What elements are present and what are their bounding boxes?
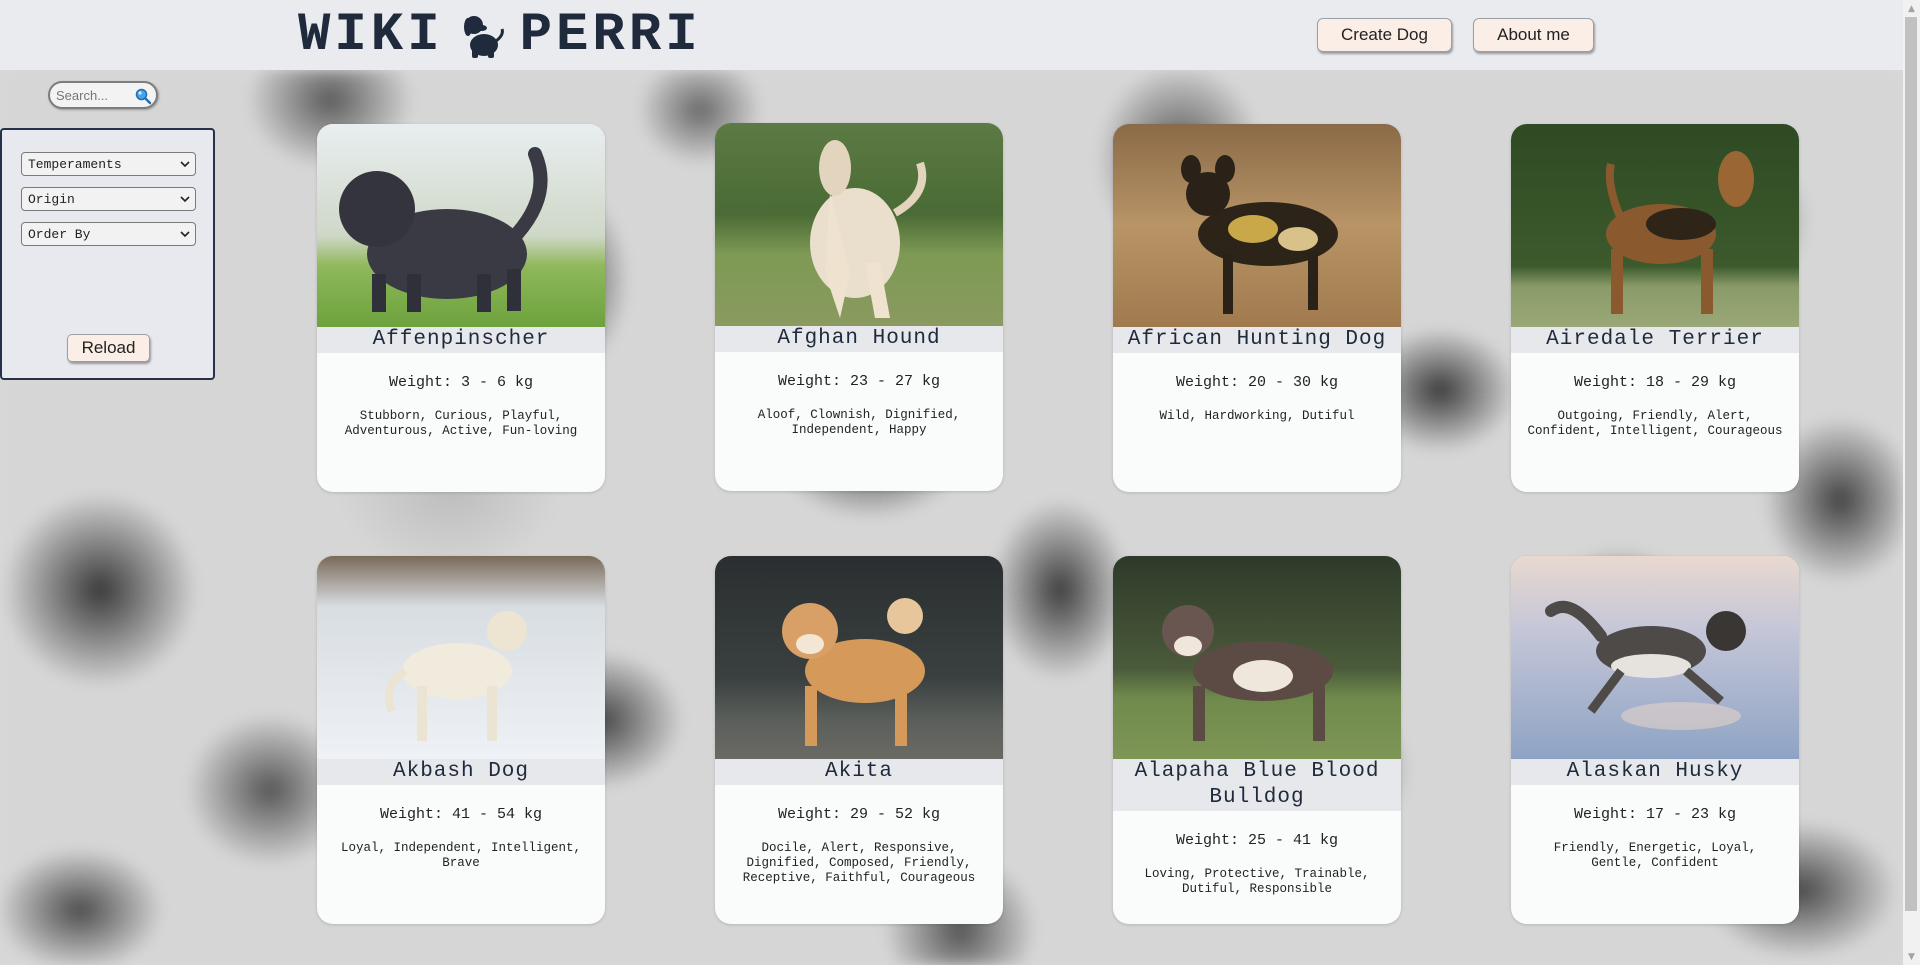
dog-weight: Weight: 23 - 27 kg — [777, 373, 941, 390]
dog-name: Afghan Hound — [715, 326, 1003, 352]
filter-panel: Temperaments Origin Order By Reload — [0, 128, 215, 380]
dog-card[interactable]: Alapaha Blue Blood Bulldog Weight: 25 - … — [1113, 556, 1401, 924]
site-logo[interactable]: WIKI PERRI — [298, 4, 702, 66]
search-box — [48, 81, 158, 109]
dog-photo — [317, 124, 605, 327]
dog-photo — [1511, 556, 1799, 759]
dog-photo — [1113, 124, 1401, 327]
dog-temperament: Outgoing, Friendly, Alert, Confident, In… — [1527, 409, 1783, 438]
dog-temperament: Docile, Alert, Responsive, Dignified, Co… — [742, 841, 976, 885]
scroll-up-arrow-icon[interactable]: ▲ — [1903, 0, 1920, 17]
dog-name: Airedale Terrier — [1511, 327, 1799, 353]
dog-weight: Weight: 18 - 29 kg — [1573, 374, 1737, 391]
dog-weight: Weight: 29 - 52 kg — [777, 806, 941, 823]
dog-weight: Weight: 25 - 41 kg — [1175, 832, 1339, 849]
dog-photo — [1113, 556, 1401, 759]
dog-photo — [715, 123, 1003, 326]
dog-card[interactable]: Afghan Hound Weight: 23 - 27 kg Aloof, C… — [715, 123, 1003, 491]
create-dog-button[interactable]: Create Dog — [1317, 18, 1452, 52]
scrollbar-thumb[interactable] — [1905, 17, 1917, 911]
origin-select[interactable]: Origin — [21, 187, 196, 211]
order-by-select-value: Order By — [28, 226, 91, 242]
dog-temperament: Wild, Hardworking, Dutiful — [1159, 409, 1355, 423]
dog-photo — [1511, 124, 1799, 327]
order-by-select[interactable]: Order By — [21, 222, 196, 246]
dog-name: Akita — [715, 759, 1003, 785]
logo-text-left: WIKI — [298, 4, 444, 66]
dog-weight: Weight: 41 - 54 kg — [379, 806, 543, 823]
top-header: WIKI PERRI Create Dog About me — [0, 0, 1903, 70]
search-input[interactable] — [56, 87, 136, 103]
dog-weight: Weight: 17 - 23 kg — [1573, 806, 1737, 823]
dog-card[interactable]: Akbash Dog Weight: 41 - 54 kg Loyal, Ind… — [317, 556, 605, 924]
dog-card[interactable]: African Hunting Dog Weight: 20 - 30 kg W… — [1113, 124, 1401, 492]
reload-button[interactable]: Reload — [67, 334, 150, 362]
about-me-button[interactable]: About me — [1473, 18, 1594, 52]
origin-select-value: Origin — [28, 191, 75, 207]
dog-name: Akbash Dog — [317, 759, 605, 785]
dog-name: Affenpinscher — [317, 327, 605, 353]
dog-temperament: Loyal, Independent, Intelligent, Brave — [340, 841, 582, 870]
dog-weight: Weight: 20 - 30 kg — [1175, 374, 1339, 391]
dog-temperament: Stubborn, Curious, Playful, Adventurous,… — [344, 409, 578, 438]
dog-name: African Hunting Dog — [1113, 327, 1401, 353]
dog-card[interactable]: Airedale Terrier Weight: 18 - 29 kg Outg… — [1511, 124, 1799, 492]
chevron-down-icon — [180, 161, 190, 168]
dog-temperament: Loving, Protective, Trainable, Dutiful, … — [1144, 867, 1370, 896]
dog-silhouette-icon — [463, 16, 504, 58]
dog-temperament: Aloof, Clownish, Dignified, Independent,… — [757, 408, 961, 437]
scroll-down-arrow-icon[interactable]: ▼ — [1903, 948, 1920, 965]
dog-photo — [317, 556, 605, 759]
temperaments-select-value: Temperaments — [28, 156, 122, 172]
chevron-down-icon — [180, 231, 190, 238]
dog-card[interactable]: Affenpinscher Weight: 3 - 6 kg Stubborn,… — [317, 124, 605, 492]
page-scrollbar[interactable]: ▲ ▼ — [1903, 0, 1920, 965]
dog-weight: Weight: 3 - 6 kg — [388, 374, 534, 391]
dog-name: Alapaha Blue Blood Bulldog — [1113, 759, 1401, 811]
dog-temperament: Friendly, Energetic, Loyal, Gentle, Conf… — [1553, 841, 1757, 870]
temperaments-select[interactable]: Temperaments — [21, 152, 196, 176]
dog-card[interactable]: Alaskan Husky Weight: 17 - 23 kg Friendl… — [1511, 556, 1799, 924]
dog-card[interactable]: Akita Weight: 29 - 52 kg Docile, Alert, … — [715, 556, 1003, 924]
logo-text-right: PERRI — [519, 4, 702, 66]
dog-name: Alaskan Husky — [1511, 759, 1799, 785]
chevron-down-icon — [180, 196, 190, 203]
search-icon[interactable] — [134, 87, 152, 105]
dog-photo — [715, 556, 1003, 759]
